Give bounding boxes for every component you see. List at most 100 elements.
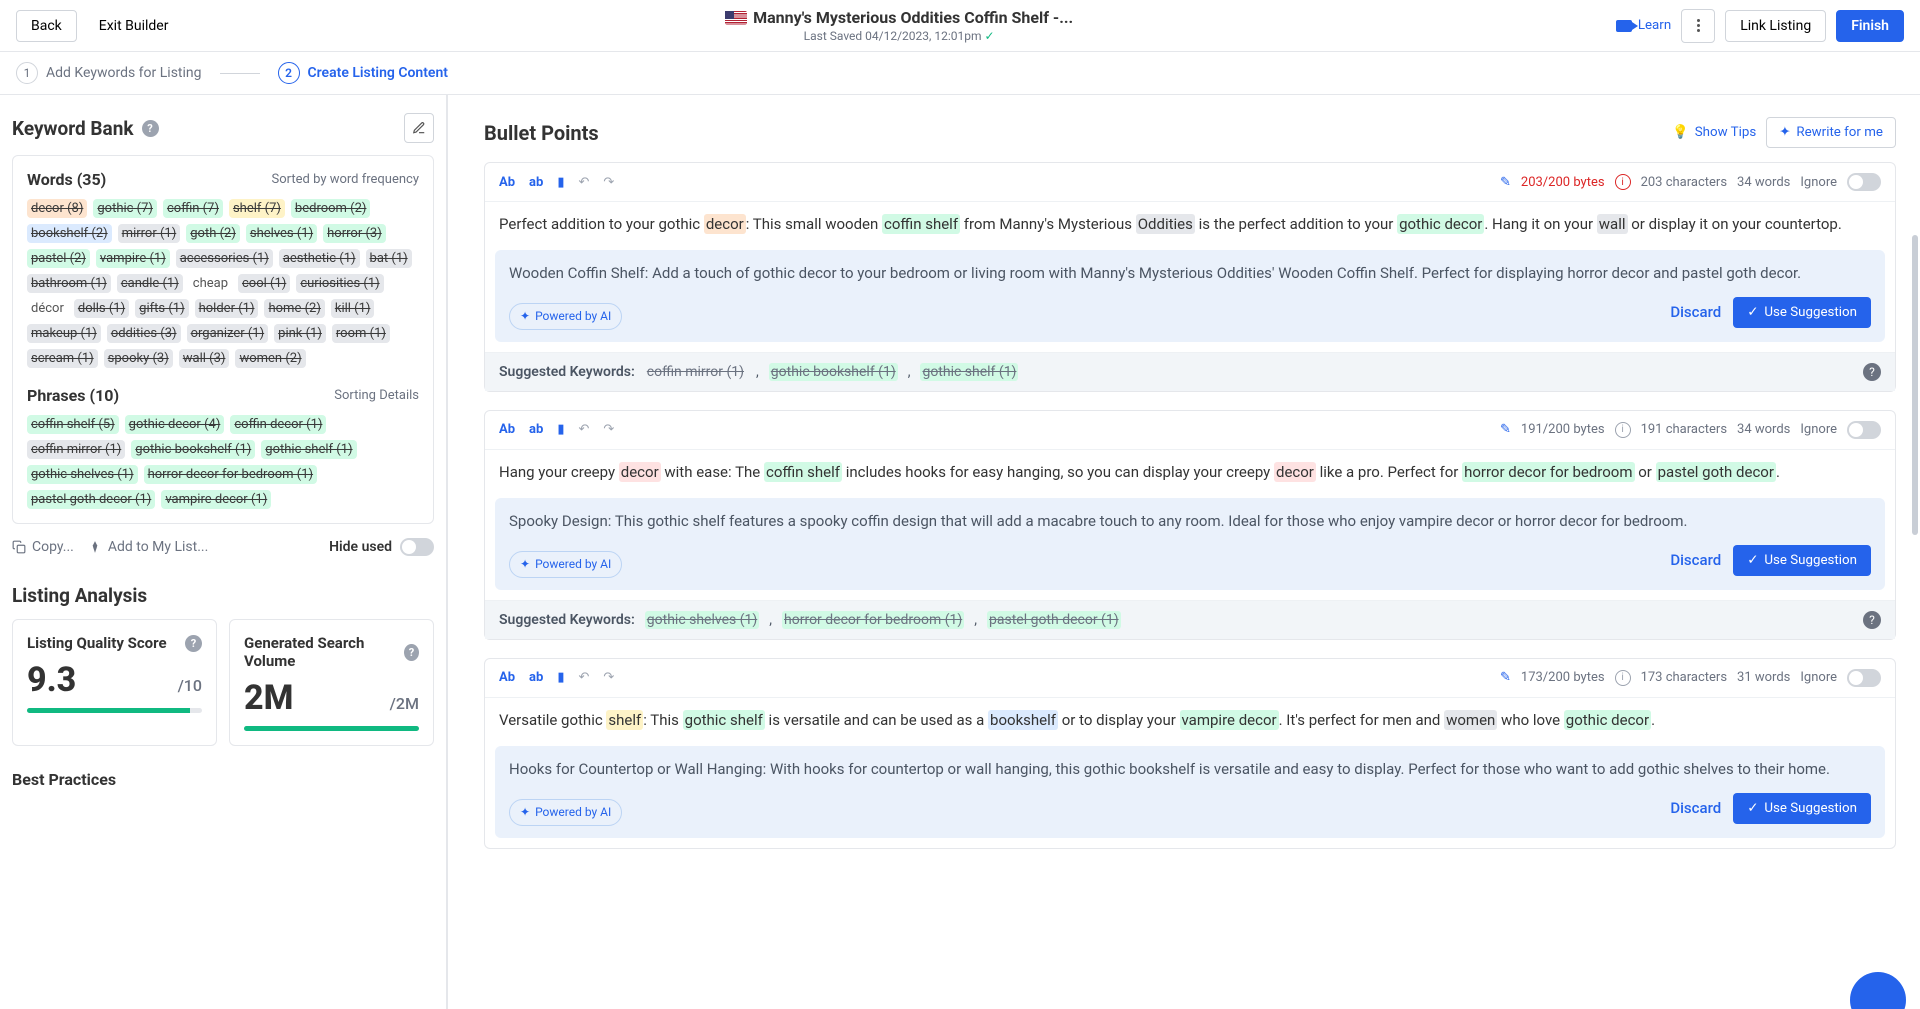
phrases-sort-label[interactable]: Sorting Details xyxy=(334,388,419,403)
info-icon[interactable]: i xyxy=(1615,670,1631,686)
words-sort-label[interactable]: Sorted by word frequency xyxy=(272,172,419,187)
keyword-chip[interactable]: wall (3) xyxy=(179,349,230,368)
learn-button[interactable]: Learn xyxy=(1616,18,1671,33)
help-icon[interactable]: ? xyxy=(142,120,159,137)
link-listing-button[interactable]: Link Listing xyxy=(1725,10,1826,42)
keyword-chip[interactable]: pastel goth decor (1) xyxy=(27,490,155,509)
step-1[interactable]: 1 Add Keywords for Listing xyxy=(16,62,202,84)
keyword-chip[interactable]: horror (3) xyxy=(323,224,386,243)
info-icon[interactable]: i xyxy=(1615,422,1631,438)
ignore-toggle[interactable] xyxy=(1847,421,1881,439)
suggested-keyword[interactable]: pastel goth decor (1) xyxy=(987,611,1121,629)
discard-button[interactable]: Discard xyxy=(1670,301,1721,324)
keyword-chip[interactable]: scream (1) xyxy=(27,349,98,368)
use-suggestion-button[interactable]: ✓ Use Suggestion xyxy=(1733,297,1871,328)
hide-used-toggle[interactable] xyxy=(400,538,434,556)
sentence-case-button[interactable]: Ab xyxy=(499,175,515,190)
file-icon[interactable]: ▮ xyxy=(557,422,564,437)
ignore-toggle[interactable] xyxy=(1847,173,1881,191)
keyword-chip[interactable]: aesthetic (1) xyxy=(279,249,360,268)
help-icon[interactable]: ? xyxy=(1863,363,1881,381)
discard-button[interactable]: Discard xyxy=(1670,797,1721,820)
show-tips-button[interactable]: 💡 Show Tips xyxy=(1672,125,1756,140)
keyword-chip[interactable]: women (2) xyxy=(235,349,305,368)
keyword-chip[interactable]: gothic bookshelf (1) xyxy=(131,440,255,459)
edit-pencil-icon[interactable]: ✎ xyxy=(1500,670,1511,685)
keyword-chip[interactable]: bat (1) xyxy=(366,249,412,268)
keyword-chip[interactable]: cool (1) xyxy=(238,274,290,293)
copy-keywords-button[interactable]: Copy... xyxy=(12,539,74,555)
keyword-chip[interactable]: gothic shelves (1) xyxy=(27,465,138,484)
keyword-chip[interactable]: holder (1) xyxy=(195,299,259,318)
keyword-chip[interactable]: gothic decor (4) xyxy=(125,415,225,434)
keyword-chip[interactable]: shelf (7) xyxy=(229,199,285,218)
exit-builder-button[interactable]: Exit Builder xyxy=(85,10,183,42)
scrollbar[interactable] xyxy=(1912,235,1918,535)
keyword-chip[interactable]: accessories (1) xyxy=(176,249,273,268)
bullet-text[interactable]: Versatile gothic shelf: This gothic shel… xyxy=(485,698,1895,746)
suggested-keyword[interactable]: coffin mirror (1) xyxy=(645,363,746,381)
help-icon[interactable]: ? xyxy=(185,635,202,652)
sentence-case-button[interactable]: Ab xyxy=(499,422,515,437)
keyword-chip[interactable]: bathroom (1) xyxy=(27,274,111,293)
use-suggestion-button[interactable]: ✓ Use Suggestion xyxy=(1733,545,1871,576)
keyword-chip[interactable]: coffin shelf (5) xyxy=(27,415,119,434)
redo-button[interactable]: ↷ xyxy=(603,175,614,190)
keyword-chip[interactable]: vampire (1) xyxy=(96,249,170,268)
suggested-keyword[interactable]: gothic shelf (1) xyxy=(920,363,1018,381)
file-icon[interactable]: ▮ xyxy=(557,175,564,190)
keyword-chip[interactable]: oddities (3) xyxy=(107,324,181,343)
keyword-chip[interactable]: bedroom (2) xyxy=(291,199,371,218)
keyword-chip[interactable]: home (2) xyxy=(264,299,324,318)
keyword-chip[interactable]: pink (1) xyxy=(274,324,326,343)
file-icon[interactable]: ▮ xyxy=(557,670,564,685)
keyword-chip[interactable]: makeup (1) xyxy=(27,324,101,343)
keyword-chip[interactable]: cheap xyxy=(189,274,232,293)
suggested-keyword[interactable]: gothic shelves (1) xyxy=(645,611,759,629)
bullet-text[interactable]: Perfect addition to your gothic decor: T… xyxy=(485,202,1895,250)
keyword-chip[interactable]: decor (8) xyxy=(27,199,87,218)
bullet-text[interactable]: Hang your creepy decor with ease: The co… xyxy=(485,450,1895,498)
add-to-list-button[interactable]: Add to My List... xyxy=(88,539,208,555)
edit-pencil-icon[interactable]: ✎ xyxy=(1500,175,1511,190)
redo-button[interactable]: ↷ xyxy=(603,670,614,685)
undo-button[interactable]: ↶ xyxy=(578,175,589,190)
keyword-chip[interactable]: coffin decor (1) xyxy=(230,415,326,434)
more-menu-button[interactable] xyxy=(1681,9,1715,43)
help-icon[interactable]: ? xyxy=(404,644,419,661)
step-2[interactable]: 2 Create Listing Content xyxy=(278,62,449,84)
discard-button[interactable]: Discard xyxy=(1670,549,1721,572)
edit-pencil-icon[interactable]: ✎ xyxy=(1500,422,1511,437)
keyword-chip[interactable]: room (1) xyxy=(332,324,390,343)
keyword-chip[interactable]: pastel (2) xyxy=(27,249,90,268)
suggested-keyword[interactable]: gothic bookshelf (1) xyxy=(769,363,898,381)
lowercase-button[interactable]: ab xyxy=(529,175,543,190)
lowercase-button[interactable]: ab xyxy=(529,670,543,685)
use-suggestion-button[interactable]: ✓ Use Suggestion xyxy=(1733,793,1871,824)
sentence-case-button[interactable]: Ab xyxy=(499,670,515,685)
keyword-chip[interactable]: gifts (1) xyxy=(135,299,188,318)
keyword-chip[interactable]: bookshelf (2) xyxy=(27,224,112,243)
rewrite-button[interactable]: ✦ Rewrite for me xyxy=(1766,117,1896,148)
keyword-chip[interactable]: shelves (1) xyxy=(246,224,317,243)
help-icon[interactable]: ? xyxy=(1863,611,1881,629)
keyword-chip[interactable]: gothic shelf (1) xyxy=(261,440,356,459)
redo-button[interactable]: ↷ xyxy=(603,422,614,437)
edit-keywords-button[interactable] xyxy=(404,113,434,143)
undo-button[interactable]: ↶ xyxy=(578,670,589,685)
keyword-chip[interactable]: dolls (1) xyxy=(74,299,129,318)
keyword-chip[interactable]: kill (1) xyxy=(331,299,375,318)
keyword-chip[interactable]: curiosities (1) xyxy=(296,274,383,293)
keyword-chip[interactable]: candle (1) xyxy=(117,274,183,293)
info-icon[interactable]: i xyxy=(1615,174,1631,190)
keyword-chip[interactable]: gothic (7) xyxy=(93,199,157,218)
keyword-chip[interactable]: décor xyxy=(27,299,68,318)
suggested-keyword[interactable]: horror decor for bedroom (1) xyxy=(782,611,964,629)
keyword-chip[interactable]: spooky (3) xyxy=(104,349,173,368)
back-button[interactable]: Back xyxy=(16,10,77,42)
keyword-chip[interactable]: horror decor for bedroom (1) xyxy=(144,465,317,484)
keyword-chip[interactable]: coffin mirror (1) xyxy=(27,440,125,459)
keyword-chip[interactable]: mirror (1) xyxy=(118,224,181,243)
keyword-chip[interactable]: coffin (7) xyxy=(163,199,223,218)
finish-button[interactable]: Finish xyxy=(1836,10,1904,42)
